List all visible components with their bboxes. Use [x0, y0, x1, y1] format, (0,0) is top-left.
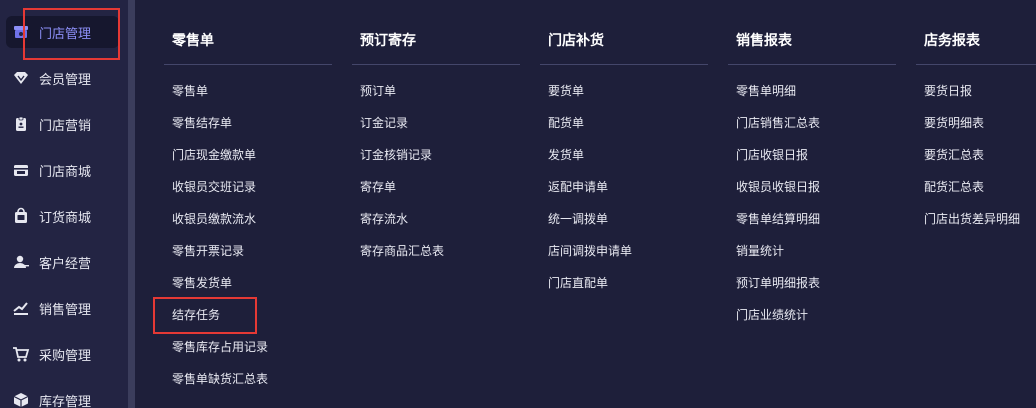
column-divider [352, 64, 520, 65]
menu-link[interactable]: 寄存商品汇总表 [360, 243, 444, 259]
menu-link[interactable]: 要货日报 [924, 83, 972, 99]
box-icon [12, 391, 30, 408]
sidebar-item-label: 订货商城 [39, 210, 92, 226]
sidebar-item-member-management[interactable]: 会员管理 [6, 62, 119, 94]
column-title: 店务报表 [924, 33, 980, 49]
store-icon [12, 23, 30, 41]
menu-link[interactable]: 门店业绩统计 [736, 307, 808, 323]
sidebar-item-label: 门店营销 [39, 118, 92, 134]
menu-link[interactable]: 配货单 [548, 115, 584, 131]
column-divider [916, 64, 1036, 65]
menu-link[interactable]: 收银员收银日报 [736, 179, 820, 195]
sidebar: 门店管理 会员管理 门店营销 门店商城 订货商城 客户经营 销售管理 采购管理 … [0, 0, 128, 408]
menu-link[interactable]: 要货单 [548, 83, 584, 99]
mega-menu: 零售单 零售单 零售结存单 门店现金缴款单 收银员交班记录 收银员缴款流水 零售… [135, 0, 1036, 408]
column-divider [728, 64, 896, 65]
column-divider [540, 64, 708, 65]
sidebar-item-sales-management[interactable]: 销售管理 [6, 292, 119, 324]
sidebar-item-inventory-management[interactable]: 库存管理 [6, 384, 119, 408]
menu-link[interactable]: 配货汇总表 [924, 179, 984, 195]
sidebar-item-label: 采购管理 [39, 348, 92, 364]
menu-link[interactable]: 零售单缺货汇总表 [172, 371, 268, 387]
sidebar-item-label: 客户经营 [39, 256, 92, 272]
sidebar-item-customer-operations[interactable]: 客户经营 [6, 246, 119, 278]
menu-link[interactable]: 寄存流水 [360, 211, 408, 227]
menu-link-settlement-task[interactable]: 结存任务 [172, 307, 220, 323]
menu-link[interactable]: 门店出货差异明细 [924, 211, 1020, 227]
menu-link[interactable]: 收银员缴款流水 [172, 211, 256, 227]
menu-link[interactable]: 预订单明细报表 [736, 275, 820, 291]
menu-link[interactable]: 统一调拨单 [548, 211, 608, 227]
sidebar-scrollbar[interactable] [128, 0, 135, 408]
app-root: 门店管理 会员管理 门店营销 门店商城 订货商城 客户经营 销售管理 采购管理 … [0, 0, 1036, 408]
column-title: 销售报表 [736, 33, 792, 49]
sidebar-item-store-management[interactable]: 门店管理 [6, 16, 119, 48]
menu-link[interactable]: 销量统计 [736, 243, 784, 259]
diamond-icon [12, 69, 30, 87]
trend-icon [12, 299, 30, 317]
menu-link[interactable]: 零售单明细 [736, 83, 796, 99]
menu-link[interactable]: 门店销售汇总表 [736, 115, 820, 131]
column-divider [164, 64, 332, 65]
sidebar-item-label: 库存管理 [39, 394, 92, 408]
menu-link[interactable]: 零售单结算明细 [736, 211, 820, 227]
sidebar-item-purchase-management[interactable]: 采购管理 [6, 338, 119, 370]
menu-link[interactable]: 零售单 [172, 83, 208, 99]
menu-link[interactable]: 零售库存占用记录 [172, 339, 268, 355]
menu-link[interactable]: 门店现金缴款单 [172, 147, 256, 163]
column-title: 门店补货 [548, 33, 604, 49]
menu-link[interactable]: 订金核销记录 [360, 147, 432, 163]
clipboard-icon [12, 115, 30, 133]
user-icon [12, 253, 30, 271]
menu-link[interactable]: 收银员交班记录 [172, 179, 256, 195]
sidebar-item-label: 门店商城 [39, 164, 92, 180]
menu-link[interactable]: 要货汇总表 [924, 147, 984, 163]
menu-link[interactable]: 门店收银日报 [736, 147, 808, 163]
shopping-bag-icon [12, 207, 30, 225]
menu-link[interactable]: 寄存单 [360, 179, 396, 195]
menu-link[interactable]: 零售发货单 [172, 275, 232, 291]
menu-link[interactable]: 零售结存单 [172, 115, 232, 131]
menu-link[interactable]: 零售开票记录 [172, 243, 244, 259]
sidebar-item-store-mall[interactable]: 门店商城 [6, 154, 119, 186]
menu-link[interactable]: 发货单 [548, 147, 584, 163]
cart-icon [12, 345, 30, 363]
sidebar-item-label: 会员管理 [39, 72, 92, 88]
sidebar-item-label: 门店管理 [39, 26, 92, 42]
menu-link[interactable]: 返配申请单 [548, 179, 608, 195]
menu-link[interactable]: 预订单 [360, 83, 396, 99]
column-title: 预订寄存 [360, 33, 416, 49]
menu-link[interactable]: 店间调拨申请单 [548, 243, 632, 259]
menu-link[interactable]: 订金记录 [360, 115, 408, 131]
sidebar-item-store-marketing[interactable]: 门店营销 [6, 108, 119, 140]
column-title: 零售单 [172, 33, 214, 49]
shop-icon [12, 161, 30, 179]
menu-link[interactable]: 要货明细表 [924, 115, 984, 131]
sidebar-item-order-mall[interactable]: 订货商城 [6, 200, 119, 232]
menu-link[interactable]: 门店直配单 [548, 275, 608, 291]
sidebar-item-label: 销售管理 [39, 302, 92, 318]
